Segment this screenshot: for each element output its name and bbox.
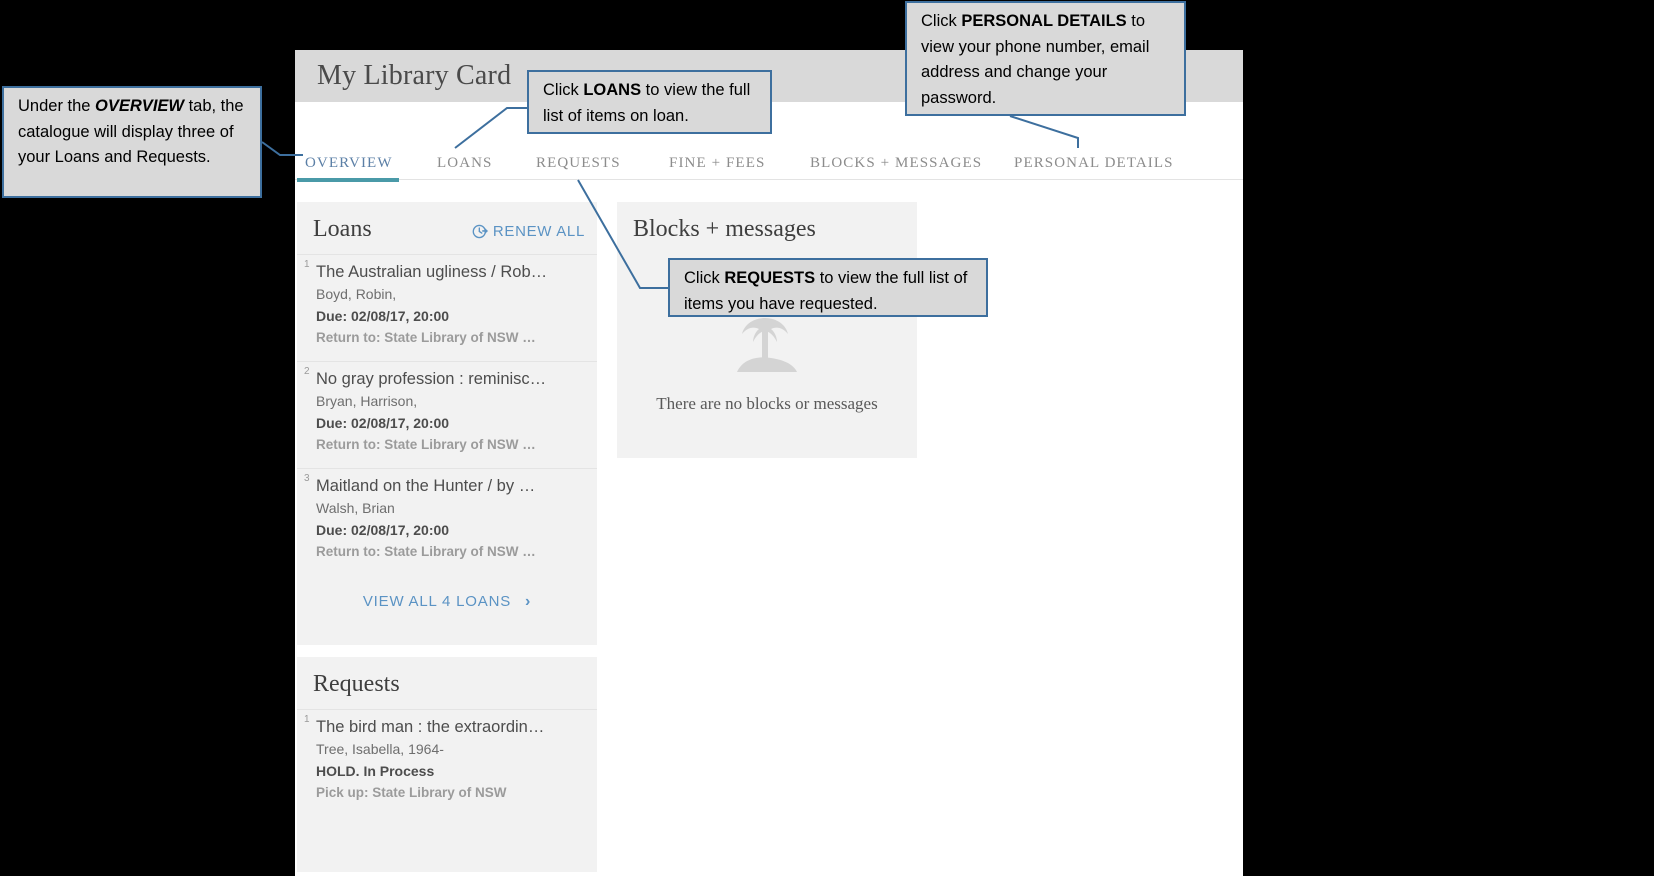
loan-item-number: 3 bbox=[304, 473, 310, 484]
callout-overview-before: Under the bbox=[18, 97, 96, 115]
requests-title: Requests bbox=[313, 671, 400, 697]
loan-item-author: Boyd, Robin, bbox=[316, 286, 397, 302]
tab-personal-details[interactable]: PERSONAL DETAILS bbox=[1014, 155, 1174, 172]
requests-panel-header: Requests bbox=[297, 657, 597, 709]
callout-requests-before: Click bbox=[684, 269, 725, 287]
loan-item-title[interactable]: The Australian ugliness / Rob… bbox=[316, 261, 583, 283]
loan-item-return: Return to: State Library of NSW … bbox=[316, 330, 536, 345]
clock-renew-icon bbox=[472, 224, 488, 239]
loans-title: Loans bbox=[313, 216, 372, 242]
callout-personal-details: Click PERSONAL DETAILS to view your phon… bbox=[905, 1, 1186, 116]
loan-item[interactable]: 2 No gray profession : reminisc… Bryan, … bbox=[297, 361, 597, 468]
view-all-loans-label: VIEW ALL 4 LOANS bbox=[362, 593, 512, 610]
request-item-number: 1 bbox=[304, 714, 310, 725]
loan-item-title[interactable]: Maitland on the Hunter / by … bbox=[316, 475, 583, 497]
request-item-pickup: Pick up: State Library of NSW bbox=[316, 785, 507, 800]
requests-panel: Requests 1 The bird man : the extraordin… bbox=[297, 657, 597, 872]
loans-panel: Loans RENEW ALL 1 The Australian uglines… bbox=[297, 202, 597, 645]
renew-all-label: RENEW ALL bbox=[492, 223, 585, 240]
loan-item-number: 2 bbox=[304, 366, 310, 377]
callout-loans-emphasis: LOANS bbox=[583, 81, 642, 99]
request-item-author: Tree, Isabella, 1964- bbox=[316, 741, 444, 757]
callout-loans: Click LOANS to view the full list of ite… bbox=[527, 70, 772, 134]
blocks-messages-panel: Blocks + messages There are no blocks or… bbox=[617, 202, 917, 458]
loan-item-author: Bryan, Harrison, bbox=[316, 393, 418, 409]
loan-item[interactable]: 1 The Australian ugliness / Rob… Boyd, R… bbox=[297, 254, 597, 361]
renew-all-button[interactable]: RENEW ALL bbox=[471, 222, 585, 241]
loan-item-due: Due: 02/08/17, 20:00 bbox=[316, 522, 450, 538]
callout-overview-emphasis: OVERVIEW bbox=[95, 97, 184, 115]
loan-item-due: Due: 02/08/17, 20:00 bbox=[316, 308, 450, 324]
loans-panel-header: Loans RENEW ALL bbox=[297, 202, 597, 254]
callout-requests-emphasis: REQUESTS bbox=[724, 269, 816, 287]
library-card-screenshot: My Library Card OVERVIEW LOANS REQUESTS … bbox=[295, 50, 1243, 876]
page-title: My Library Card bbox=[317, 60, 512, 91]
tab-overview[interactable]: OVERVIEW bbox=[305, 155, 393, 172]
request-item[interactable]: 1 The bird man : the extraordin… Tree, I… bbox=[297, 709, 597, 816]
callout-personal-emphasis: PERSONAL DETAILS bbox=[961, 12, 1127, 30]
callout-loans-before: Click bbox=[543, 81, 584, 99]
chevron-right-icon: › bbox=[524, 593, 532, 610]
callout-personal-before: Click bbox=[921, 12, 962, 30]
callout-requests: Click REQUESTS to view the full list of … bbox=[668, 258, 988, 317]
loan-item-number: 1 bbox=[304, 259, 310, 270]
request-item-title[interactable]: The bird man : the extraordin… bbox=[316, 716, 583, 738]
active-tab-indicator bbox=[297, 178, 399, 182]
loan-item-author: Walsh, Brian bbox=[316, 500, 395, 516]
request-item-status: HOLD. In Process bbox=[316, 763, 435, 779]
callout-overview: Under the OVERVIEW tab, the catalogue wi… bbox=[2, 86, 262, 198]
tab-fine-fees[interactable]: FINE + FEES bbox=[669, 155, 765, 172]
tab-loans[interactable]: LOANS bbox=[437, 155, 493, 172]
blocks-messages-title: Blocks + messages bbox=[633, 216, 816, 242]
loan-item-return: Return to: State Library of NSW … bbox=[316, 437, 536, 452]
loan-item[interactable]: 3 Maitland on the Hunter / by … Walsh, B… bbox=[297, 468, 597, 575]
view-all-loans-link[interactable]: VIEW ALL 4 LOANS › bbox=[297, 575, 597, 631]
palm-tree-island-icon bbox=[737, 318, 797, 372]
loan-item-due: Due: 02/08/17, 20:00 bbox=[316, 415, 450, 431]
tab-blocks-messages[interactable]: BLOCKS + MESSAGES bbox=[810, 155, 982, 172]
tab-requests[interactable]: REQUESTS bbox=[536, 155, 621, 172]
blocks-empty-message: There are no blocks or messages bbox=[656, 394, 878, 413]
loan-item-title[interactable]: No gray profession : reminisc… bbox=[316, 368, 583, 390]
loan-item-return: Return to: State Library of NSW … bbox=[316, 544, 536, 559]
